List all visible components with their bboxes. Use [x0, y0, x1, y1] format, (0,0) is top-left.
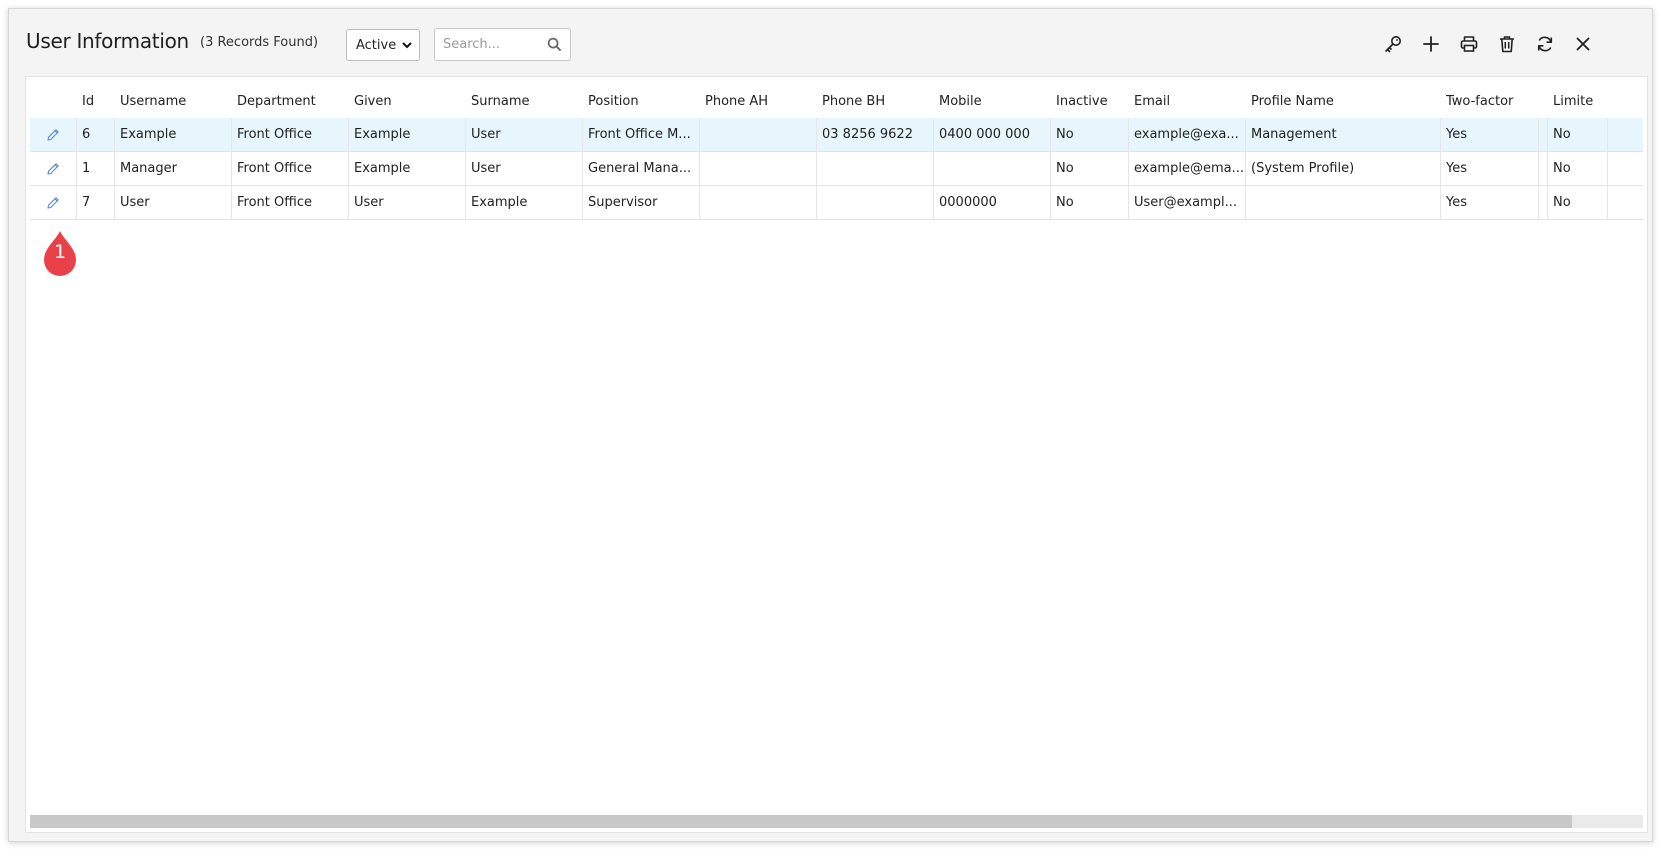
cell-mobile: 0400 000 000 [934, 118, 1051, 151]
cell-given: User [349, 186, 466, 219]
key-icon [1385, 36, 1401, 53]
column-header-position[interactable]: Position [583, 85, 700, 118]
cell-two-factor: Yes [1441, 118, 1539, 151]
cell-position: Supervisor [583, 186, 700, 219]
cell-position: General Mana... [583, 152, 700, 185]
cell-id: 1 [77, 152, 115, 185]
toolbar [1374, 29, 1602, 59]
cell-given: Example [349, 152, 466, 185]
add-button[interactable] [1412, 29, 1450, 59]
cell-given: Example [349, 118, 466, 151]
cell-mobile [934, 152, 1051, 185]
cell-two-factor: Yes [1441, 152, 1539, 185]
column-header-username[interactable]: Username [115, 85, 232, 118]
column-header-phone-ah[interactable]: Phone AH [700, 85, 817, 118]
close-icon [1576, 37, 1590, 51]
cell-phone-bh [817, 152, 934, 185]
cell-inactive: No [1051, 118, 1129, 151]
cell-phone-ah [700, 186, 817, 219]
cell-phone-bh [817, 186, 934, 219]
delete-button[interactable] [1488, 29, 1526, 59]
edit-button[interactable] [30, 118, 77, 151]
cell-username: Example [115, 118, 232, 151]
cell-spacer [1539, 152, 1548, 185]
table-row[interactable]: 7 User Front Office User Example Supervi… [30, 186, 1643, 220]
cell-profile-name: Management [1246, 118, 1441, 151]
pencil-icon [47, 162, 59, 175]
column-header-two-factor[interactable]: Two-factor [1441, 85, 1539, 118]
user-grid: Id Username Department Given Surname Pos… [25, 76, 1648, 833]
cell-surname: User [466, 118, 583, 151]
page-title: User Information [26, 29, 189, 53]
cell-surname: User [466, 152, 583, 185]
close-button[interactable] [1564, 29, 1602, 59]
cell-phone-ah [700, 118, 817, 151]
horizontal-scrollbar[interactable] [30, 815, 1643, 828]
callout-number: 1 [53, 241, 67, 263]
user-table: Id Username Department Given Surname Pos… [30, 85, 1643, 220]
edit-button[interactable] [30, 152, 77, 185]
cell-position: Front Office M... [583, 118, 700, 151]
status-filter-select[interactable]: Active [346, 29, 420, 61]
cell-limited: No [1548, 152, 1608, 185]
table-row[interactable]: 1 Manager Front Office Example User Gene… [30, 152, 1643, 186]
cell-profile-name: (System Profile) [1246, 152, 1441, 185]
cell-department: Front Office [232, 118, 349, 151]
cell-email: example@exa... [1129, 118, 1246, 151]
cell-id: 6 [77, 118, 115, 151]
refresh-icon [1537, 36, 1553, 52]
chevron-down-icon [402, 42, 412, 49]
cell-username: Manager [115, 152, 232, 185]
pencil-icon [47, 196, 59, 209]
cell-spacer [1539, 186, 1548, 219]
refresh-button[interactable] [1526, 29, 1564, 59]
column-header-limited[interactable]: Limite [1548, 85, 1608, 118]
cell-surname: Example [466, 186, 583, 219]
cell-limited: No [1548, 118, 1608, 151]
cell-profile-name [1246, 186, 1441, 219]
print-button[interactable] [1450, 29, 1488, 59]
status-filter-value: Active [356, 37, 397, 53]
cell-two-factor: Yes [1441, 186, 1539, 219]
search-input[interactable]: Search... [434, 28, 571, 61]
printer-icon [1460, 36, 1478, 52]
column-header-given[interactable]: Given [349, 85, 466, 118]
column-header-id[interactable]: Id [77, 85, 115, 118]
cell-username: User [115, 186, 232, 219]
pencil-icon [47, 128, 59, 141]
cell-phone-bh: 03 8256 9622 [817, 118, 934, 151]
table-header: Id Username Department Given Surname Pos… [30, 85, 1643, 118]
column-header-email[interactable]: Email [1129, 85, 1246, 118]
column-header-spacer [1539, 85, 1548, 118]
cell-department: Front Office [232, 152, 349, 185]
column-header-surname[interactable]: Surname [466, 85, 583, 118]
scrollbar-thumb[interactable] [30, 815, 1572, 828]
column-header-department[interactable]: Department [232, 85, 349, 118]
user-information-window: User Information (3 Records Found) Activ… [8, 8, 1653, 842]
column-header-edit [30, 85, 77, 118]
column-header-inactive[interactable]: Inactive [1051, 85, 1129, 118]
column-header-mobile[interactable]: Mobile [934, 85, 1051, 118]
cell-email: example@ema... [1129, 152, 1246, 185]
cell-phone-ah [700, 152, 817, 185]
edit-button[interactable] [30, 186, 77, 219]
plus-icon [1423, 36, 1439, 52]
search-placeholder: Search... [443, 37, 501, 52]
cell-inactive: No [1051, 152, 1129, 185]
cell-inactive: No [1051, 186, 1129, 219]
search-icon [547, 37, 562, 52]
key-button[interactable] [1374, 29, 1412, 59]
cell-email: User@exampl... [1129, 186, 1246, 219]
cell-department: Front Office [232, 186, 349, 219]
trash-icon [1500, 36, 1514, 53]
cell-spacer [1539, 118, 1548, 151]
record-count: (3 Records Found) [200, 35, 319, 50]
column-header-phone-bh[interactable]: Phone BH [817, 85, 934, 118]
cell-mobile: 0000000 [934, 186, 1051, 219]
cell-limited: No [1548, 186, 1608, 219]
cell-id: 7 [77, 186, 115, 219]
column-header-profile-name[interactable]: Profile Name [1246, 85, 1441, 118]
table-row[interactable]: 6 Example Front Office Example User Fron… [30, 118, 1643, 152]
